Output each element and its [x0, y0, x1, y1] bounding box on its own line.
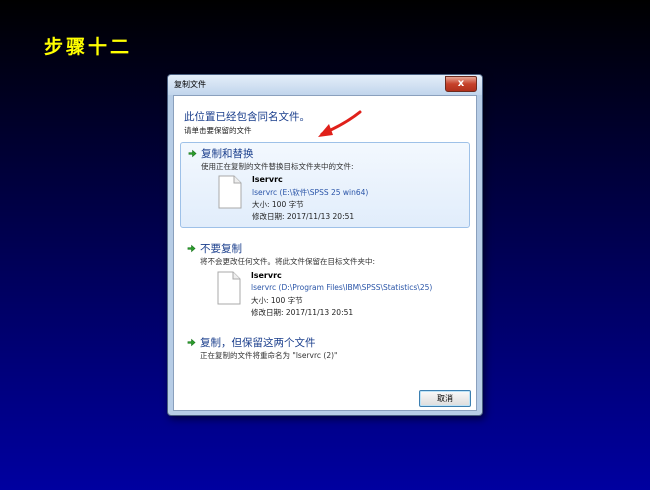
close-button[interactable]: x	[445, 76, 477, 92]
option-copy-and-replace[interactable]: 复制和替换 使用正在复制的文件替换目标文件夹中的文件: lservrc lser…	[180, 142, 470, 228]
dialog-subheading: 请单击要保留的文件	[184, 126, 252, 135]
file-name: lservrc	[251, 271, 282, 280]
file-path: lservrc (E:\软件\SPSS 25 win64)	[252, 188, 369, 197]
option-title: 复制，但保留这两个文件	[200, 337, 316, 349]
option-description: 将不会更改任何文件。将此文件保留在目标文件夹中:	[200, 257, 376, 266]
option-do-not-copy[interactable]: 不要复制 将不会更改任何文件。将此文件保留在目标文件夹中: lservrc ls…	[180, 238, 468, 322]
file-name: lservrc	[252, 175, 283, 184]
file-icon	[218, 175, 242, 209]
file-size: 大小: 100 字节	[252, 200, 304, 209]
option-description: 正在复制的文件将重命名为 "lservrc (2)"	[200, 351, 338, 360]
option-title: 不要复制	[200, 243, 242, 255]
cancel-button[interactable]: 取消	[419, 390, 471, 407]
green-arrow-icon	[187, 244, 196, 253]
dialog-titlebar[interactable]: 复制文件 x	[168, 75, 482, 95]
option-description: 使用正在复制的文件替换目标文件夹中的文件:	[201, 162, 354, 171]
copy-file-dialog: 复制文件 x 此位置已经包含同名文件。 请单击要保留的文件 复制和替换 使用正在…	[167, 74, 483, 416]
file-modified: 修改日期: 2017/11/13 20:51	[252, 212, 355, 221]
dialog-content: 此位置已经包含同名文件。 请单击要保留的文件 复制和替换 使用正在复制的文件替换…	[173, 95, 477, 411]
file-path: lservrc (D:\Program Files\IBM\SPSS\Stati…	[251, 283, 433, 292]
green-arrow-icon	[188, 149, 197, 158]
file-modified: 修改日期: 2017/11/13 20:51	[251, 308, 354, 317]
green-arrow-icon	[187, 338, 196, 347]
slide-title: 步骤十二	[44, 36, 133, 58]
file-icon	[217, 271, 241, 305]
option-keep-both[interactable]: 复制，但保留这两个文件 正在复制的文件将重命名为 "lservrc (2)"	[180, 332, 468, 364]
file-size: 大小: 100 字节	[251, 296, 303, 305]
dialog-heading: 此位置已经包含同名文件。	[184, 111, 310, 123]
option-title: 复制和替换	[201, 148, 254, 160]
dialog-title: 复制文件	[174, 80, 206, 89]
